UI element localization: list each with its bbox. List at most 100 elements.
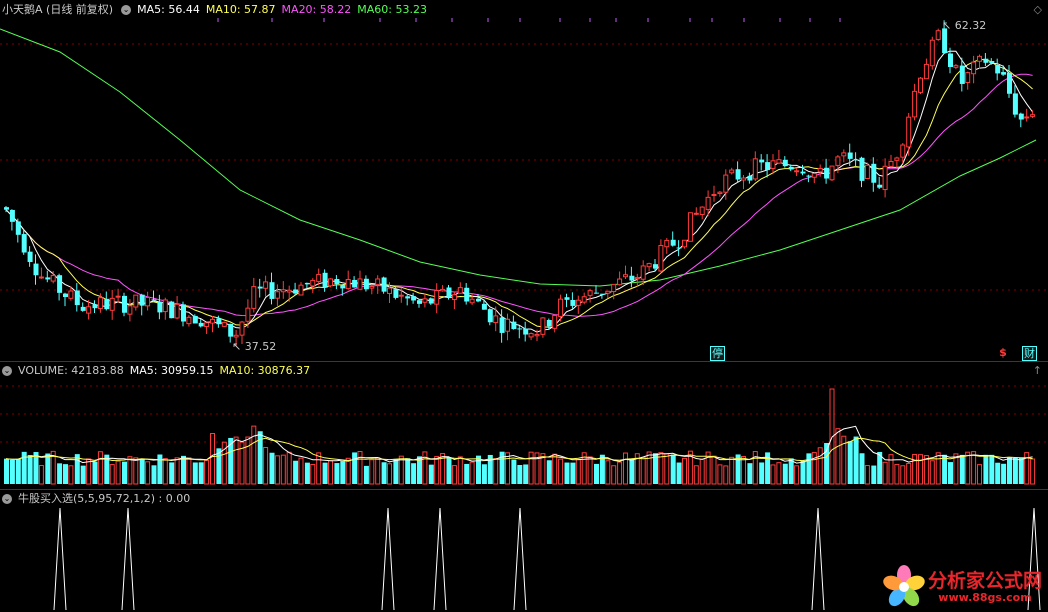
candle-body (864, 164, 870, 180)
volume-bar (505, 452, 510, 485)
candle-body (322, 272, 328, 288)
volume-bar (912, 453, 918, 485)
dividend-badge[interactable]: $ (996, 346, 1010, 360)
candle-body (942, 28, 948, 54)
candle-body (50, 274, 56, 282)
volume-bar (800, 460, 806, 484)
candle-body (92, 304, 98, 309)
candle-body (605, 290, 611, 294)
candle-body (345, 278, 351, 290)
volume-bar (387, 463, 392, 485)
price-chart[interactable] (0, 0, 1048, 360)
candle-body (682, 239, 687, 248)
candle-body (133, 294, 139, 308)
circle-chevron-icon[interactable]: ⌄ (121, 5, 132, 15)
candle-body (451, 294, 457, 300)
volume-bar (493, 458, 499, 485)
up-arrow-icon[interactable]: ↑ (1033, 364, 1042, 377)
volume-bar (888, 454, 894, 485)
candle-body (971, 61, 977, 75)
candle-body (375, 278, 381, 286)
candle-body (145, 297, 151, 307)
volume-bar (157, 454, 163, 484)
candle-body (440, 288, 446, 292)
volume-bar (528, 451, 534, 485)
volume-bar (381, 462, 387, 484)
stock-title[interactable]: 小天鹅A (日线 前复权) (2, 2, 113, 18)
candle-body (487, 309, 493, 323)
candle-body (847, 152, 853, 159)
candle-body (33, 263, 39, 276)
finance-badge[interactable]: 财 (1022, 346, 1037, 361)
volume-bar (363, 465, 369, 484)
volume-header: ⌄ VOLUME: 42183.88 MA5: 30959.15 MA10: 3… (0, 363, 316, 379)
separator-1[interactable] (0, 361, 1048, 362)
volume-bar (670, 454, 676, 484)
volume-bar (558, 458, 564, 485)
candle-body (705, 196, 711, 210)
candle-body (723, 174, 729, 193)
candle-body (381, 277, 387, 292)
volume-bar (162, 458, 168, 485)
volume-bar (169, 462, 175, 484)
candle-body (464, 287, 470, 302)
candle-body (304, 282, 310, 285)
candle-body (169, 301, 175, 319)
volume-bar (871, 465, 877, 484)
volume-bar (127, 456, 133, 485)
watermark-logo: 分析家公式网 www.88gs.com (880, 564, 1042, 610)
candle-body (935, 30, 941, 40)
volume-bar (900, 465, 906, 485)
candle-body (912, 90, 918, 118)
volume-bar (481, 464, 487, 484)
suspend-badge[interactable]: 停 (710, 346, 725, 361)
volume-bar (552, 453, 558, 485)
candle-body (251, 286, 257, 309)
candle-body (393, 289, 399, 298)
diamond-icon[interactable]: ◇ (1034, 3, 1042, 16)
volume-bar (776, 462, 782, 485)
volume-bar (63, 464, 68, 484)
volume-bar (575, 459, 581, 485)
candle-body (534, 333, 540, 337)
candle-body (239, 321, 245, 336)
candle-body (74, 290, 80, 306)
candle-body (788, 166, 794, 170)
volume-bar (411, 463, 417, 484)
candle-body (233, 334, 239, 338)
candle-body (104, 298, 110, 310)
candle-body (21, 234, 27, 253)
candle-body (340, 284, 346, 289)
volume-chart[interactable] (0, 362, 1048, 490)
volume-bar (434, 456, 440, 485)
volume-bar (228, 437, 234, 484)
volume-bar (741, 455, 746, 485)
candle-body (151, 299, 157, 301)
volume-bar (446, 456, 452, 484)
candle-body (900, 144, 906, 158)
volume-bar (86, 458, 92, 485)
volume-bar (451, 465, 457, 485)
volume-bar (464, 463, 470, 484)
separator-2[interactable] (0, 489, 1048, 490)
candle-body (57, 275, 63, 293)
candle-body (257, 286, 263, 289)
volume-bar (369, 459, 375, 485)
candle-body (741, 177, 746, 181)
candle-body (139, 294, 145, 306)
candle-body (948, 53, 953, 67)
circle-chevron-icon[interactable]: ⌄ (2, 366, 12, 376)
candle-body (45, 277, 51, 280)
volume-bar (617, 461, 623, 485)
candle-body (9, 209, 15, 222)
candle-body (109, 297, 115, 311)
candle-body (127, 305, 133, 315)
volume-bar (293, 460, 299, 484)
circle-chevron-icon[interactable]: ⌄ (2, 494, 12, 504)
signal-spike (811, 507, 825, 611)
flower-logo-icon (883, 565, 925, 607)
volume-bar (263, 447, 269, 485)
candle-body (653, 264, 658, 269)
candle-body (293, 289, 299, 294)
candle-body (581, 296, 587, 303)
